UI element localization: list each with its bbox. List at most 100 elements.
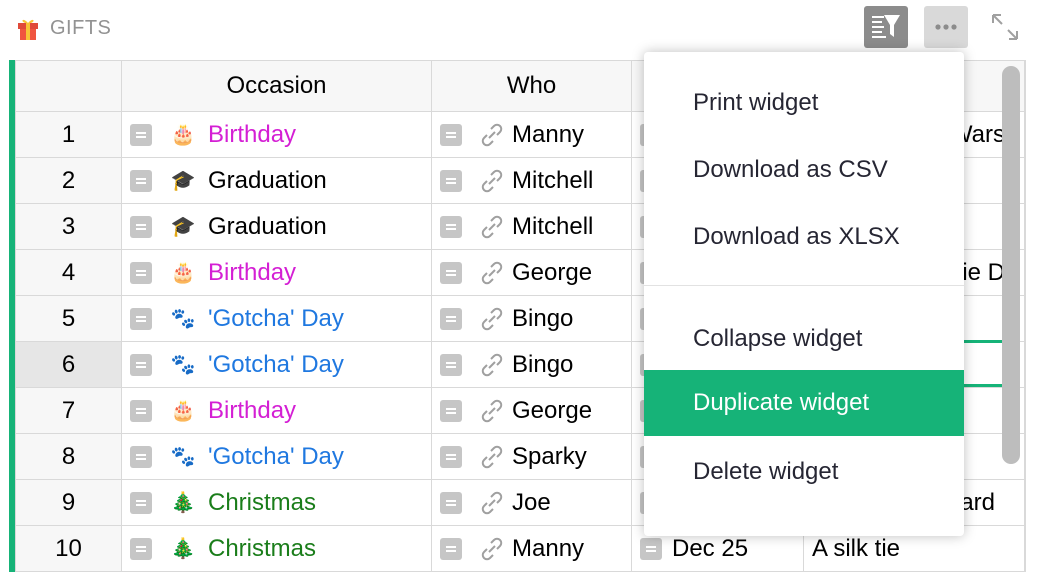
row-number[interactable]: 2: [15, 157, 122, 204]
reference-icon: [440, 399, 462, 422]
who-cell[interactable]: Mitchell: [431, 157, 632, 204]
menu-divider: [644, 285, 964, 286]
who-cell[interactable]: Sparky: [431, 433, 632, 480]
reference-icon: [130, 537, 152, 560]
occasion-label: Birthday: [208, 396, 297, 424]
who-cell[interactable]: George: [431, 249, 632, 296]
who-label: George: [512, 258, 593, 286]
gift-icon: [18, 19, 38, 40]
occasion-cell[interactable]: 🐾 'Gotcha' Day: [121, 433, 432, 480]
occasion-cell[interactable]: 🎓 Graduation: [121, 203, 432, 250]
paw-icon: 🐾: [170, 354, 196, 376]
grad-cap-icon: 🎓: [170, 170, 196, 192]
menu-item-download-csv[interactable]: Download as CSV: [644, 137, 964, 203]
occasion-cell[interactable]: 🎄 Christmas: [121, 479, 432, 526]
reference-icon: [130, 491, 152, 514]
sort-filter-button[interactable]: [864, 6, 908, 48]
who-label: Bingo: [512, 350, 574, 378]
column-header-occasion[interactable]: Occasion: [121, 60, 432, 112]
who-label: Mitchell: [512, 166, 594, 194]
row-number[interactable]: 5: [15, 295, 122, 342]
occasion-cell[interactable]: 🎂 Birthday: [121, 111, 432, 158]
occasion-cell[interactable]: 🐾 'Gotcha' Day: [121, 295, 432, 342]
menu-item-print-widget[interactable]: Print widget: [644, 70, 964, 136]
who-cell[interactable]: Joe: [431, 479, 632, 526]
who-cell[interactable]: Mitchell: [431, 203, 632, 250]
paw-icon: 🐾: [170, 308, 196, 330]
occasion-label: Christmas: [208, 534, 317, 562]
row-number[interactable]: 10: [15, 525, 122, 572]
reference-icon: [130, 261, 152, 284]
menu-item-duplicate-widget[interactable]: Duplicate widget: [644, 370, 964, 436]
gift-label: A silk tie: [812, 534, 901, 562]
who-cell[interactable]: Manny: [431, 111, 632, 158]
occasion-label: Christmas: [208, 488, 317, 516]
reference-icon: [440, 353, 462, 376]
who-cell[interactable]: Manny: [431, 525, 632, 572]
link-icon: [478, 490, 506, 516]
widget-title: GIFTS: [50, 17, 112, 39]
menu-item-collapse-widget[interactable]: Collapse widget: [644, 306, 964, 372]
tree-icon: 🎄: [170, 492, 196, 514]
reference-icon: [440, 261, 462, 284]
expand-icon[interactable]: [990, 12, 1020, 42]
cake-icon: 🎂: [170, 124, 196, 146]
row-number[interactable]: 7: [15, 387, 122, 434]
reference-icon: [130, 445, 152, 468]
reference-icon: [130, 215, 152, 238]
more-options-button[interactable]: [924, 6, 968, 48]
vertical-scrollbar[interactable]: [1002, 66, 1020, 464]
menu-item-download-xlsx[interactable]: Download as XLSX: [644, 204, 964, 270]
occasion-label: 'Gotcha' Day: [208, 304, 344, 332]
row-number[interactable]: 8: [15, 433, 122, 480]
occasion-label: 'Gotcha' Day: [208, 442, 344, 470]
row-number[interactable]: 3: [15, 203, 122, 250]
selection-border: [960, 340, 1002, 343]
column-header-who[interactable]: Who: [431, 60, 632, 112]
link-icon: [478, 260, 506, 286]
reference-icon: [440, 215, 462, 238]
who-label: Manny: [512, 120, 585, 148]
who-label: Sparky: [512, 442, 587, 470]
reference-icon: [440, 445, 462, 468]
widget-options-menu: Print widget Download as CSV Download as…: [644, 52, 964, 536]
occasion-label: Birthday: [208, 120, 297, 148]
row-number[interactable]: 4: [15, 249, 122, 296]
link-icon: [478, 214, 506, 240]
link-icon: [478, 444, 506, 470]
gift-label: ard: [960, 488, 995, 516]
link-icon: [478, 122, 506, 148]
occasion-cell[interactable]: 🎂 Birthday: [121, 249, 432, 296]
reference-icon: [440, 169, 462, 192]
reference-icon: [440, 537, 462, 560]
menu-item-delete-widget[interactable]: Delete widget: [644, 439, 964, 505]
column-header-rownum: [15, 60, 122, 112]
who-cell[interactable]: Bingo: [431, 341, 632, 388]
widget-header: GIFTS: [0, 0, 1041, 58]
reference-icon: [440, 491, 462, 514]
reference-icon: [130, 399, 152, 422]
tree-icon: 🎄: [170, 538, 196, 560]
link-icon: [478, 352, 506, 378]
occasion-cell[interactable]: 🎂 Birthday: [121, 387, 432, 434]
who-cell[interactable]: Bingo: [431, 295, 632, 342]
occasion-cell[interactable]: 🎄 Christmas: [121, 525, 432, 572]
gift-label: ie D: [962, 258, 1005, 286]
sort-filter-icon: [872, 15, 900, 38]
occasion-cell[interactable]: 🐾 'Gotcha' Day: [121, 341, 432, 388]
reference-icon: [130, 307, 152, 330]
link-icon: [478, 306, 506, 332]
grid-right-edge: [1024, 60, 1025, 572]
row-number[interactable]: 6: [15, 341, 122, 388]
occasion-label: Graduation: [208, 166, 327, 194]
selection-border: [960, 384, 1002, 387]
who-cell[interactable]: George: [431, 387, 632, 434]
date-label: Dec 25: [672, 534, 749, 562]
row-number[interactable]: 1: [15, 111, 122, 158]
occasion-label: 'Gotcha' Day: [208, 350, 344, 378]
occasion-cell[interactable]: 🎓 Graduation: [121, 157, 432, 204]
cake-icon: 🎂: [170, 262, 196, 284]
paw-icon: 🐾: [170, 446, 196, 468]
reference-icon: [440, 307, 462, 330]
row-number[interactable]: 9: [15, 479, 122, 526]
